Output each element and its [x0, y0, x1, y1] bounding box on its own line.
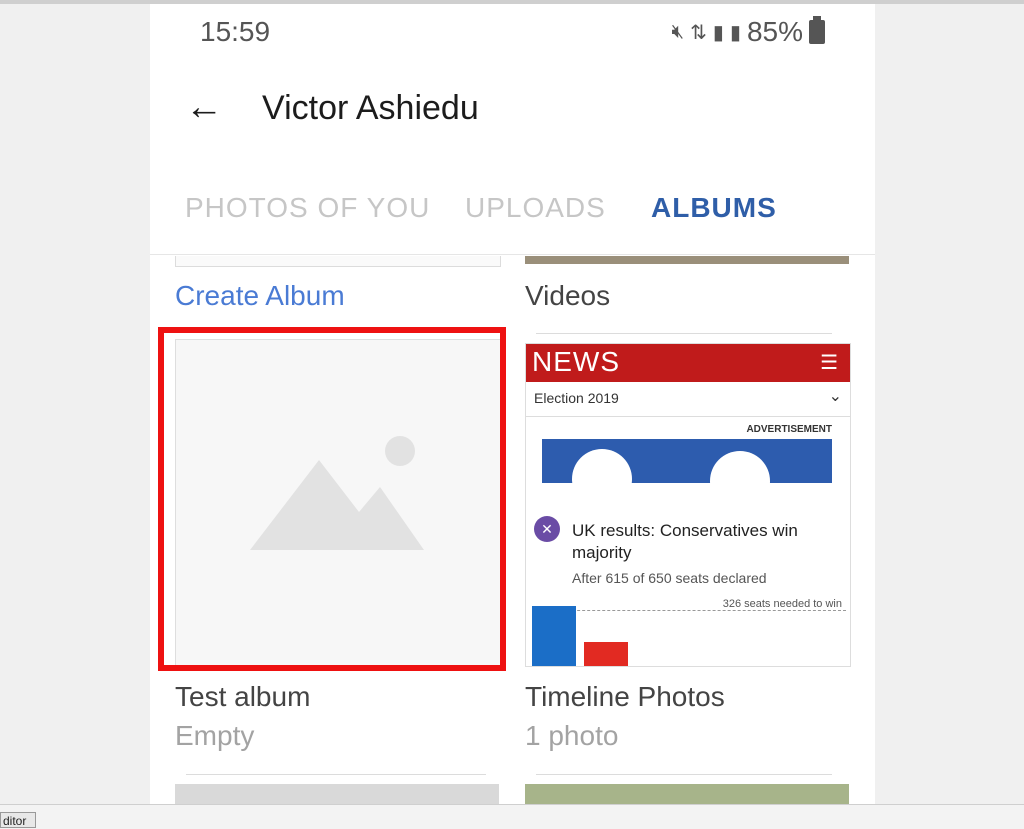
majority-line — [532, 610, 846, 611]
album-divider — [536, 333, 832, 334]
news-section: Election 2019 — [534, 390, 619, 406]
timeline-photos-thumbnail[interactable]: NEWS ☰ Election 2019 ⌄ ADVERTISEMENT ✕ U… — [525, 343, 851, 667]
signal-roaming-icon: ▮ — [729, 21, 741, 44]
battery-percent: 85% — [746, 16, 803, 47]
test-album-title[interactable]: Test album — [175, 681, 310, 713]
signal-icon: ▮ — [712, 21, 724, 44]
app-bar: ← Victor Ashiedu — [150, 74, 875, 144]
results-bar-blue — [532, 606, 576, 666]
create-album-link[interactable]: Create Album — [175, 280, 345, 312]
mute-icon: 🔇︎ — [671, 20, 685, 43]
album-divider — [186, 774, 486, 775]
tab-albums[interactable]: ALBUMS — [651, 192, 777, 224]
timeline-photos-count: 1 photo — [525, 720, 619, 751]
battery-icon — [809, 16, 825, 44]
tab-bar: PHOTOS OF YOU UPLOADS ALBUMS — [150, 184, 875, 252]
album-thumbnail[interactable] — [525, 784, 849, 804]
page-title: Victor Ashiedu — [262, 89, 479, 127]
status-time: 15:59 — [200, 16, 271, 47]
window-bottom-strip — [0, 804, 1024, 829]
news-seats-needed: 326 seats needed to win — [722, 598, 842, 610]
tab-uploads[interactable]: UPLOADS — [465, 192, 606, 224]
timeline-photos-title[interactable]: Timeline Photos — [525, 681, 725, 713]
news-declared: After 615 of 650 seats declared — [572, 570, 767, 586]
cloud-shape — [710, 451, 770, 483]
election-logo-icon: ✕ — [534, 516, 560, 542]
status-icons: 🔇︎ ⇅ ▮ ▮ 85% — [672, 16, 825, 48]
album-divider — [536, 774, 832, 775]
album-thumbnail[interactable] — [175, 784, 499, 804]
arrow-left-icon[interactable]: ← — [185, 88, 223, 126]
ad-banner — [542, 439, 832, 483]
status-bar: 15:59 🔇︎ ⇅ ▮ ▮ 85% — [150, 4, 875, 60]
tab-photos-of-you[interactable]: PHOTOS OF YOU — [185, 192, 430, 224]
news-section-bar: Election 2019 ⌄ — [526, 382, 850, 417]
test-album-count: Empty — [175, 720, 255, 751]
chevron-down-icon: ⌄ — [828, 388, 842, 405]
cloud-shape — [572, 449, 632, 483]
network-hplus-icon: ⇅ — [690, 21, 707, 44]
menu-icon: ☰ — [820, 352, 838, 374]
news-headline: UK results: Conservatives win majority — [572, 521, 798, 562]
tab-divider — [150, 254, 875, 255]
create-album-thumbnail[interactable] — [175, 256, 501, 267]
advertisement-label: ADVERTISEMENT — [746, 424, 832, 435]
selection-highlight — [158, 327, 506, 671]
phone-screen: 15:59 🔇︎ ⇅ ▮ ▮ 85% ← Victor Ashiedu PHOT… — [150, 4, 875, 804]
news-logo: NEWS — [532, 346, 620, 377]
news-header-bar: NEWS ☰ — [526, 344, 850, 382]
results-bar-red — [584, 642, 628, 666]
videos-thumbnail[interactable] — [525, 256, 849, 264]
videos-album-label[interactable]: Videos — [525, 280, 610, 312]
editor-tab[interactable]: ditor — [0, 812, 36, 828]
